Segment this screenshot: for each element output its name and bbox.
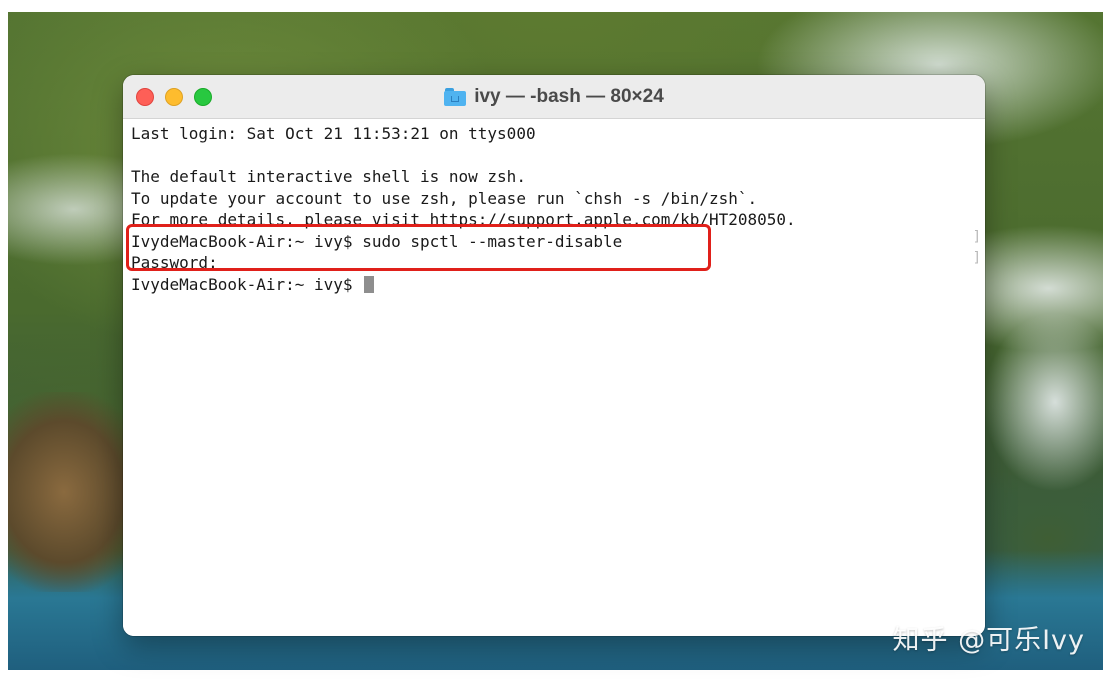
window-title-wrap: ivy — -bash — 80×24 — [123, 75, 985, 119]
title-bar[interactable]: ivy — -bash — 80×24 — [123, 75, 985, 119]
terminal-window[interactable]: ivy — -bash — 80×24 Last login: Sat Oct … — [123, 75, 985, 636]
terminal-line-prompt[interactable]: IvydeMacBook-Air:~ ivy$ — [131, 274, 977, 296]
text-cursor — [364, 275, 375, 293]
window-title: ivy — -bash — 80×24 — [474, 86, 664, 107]
home-folder-icon — [444, 88, 467, 106]
prompt-text: IvydeMacBook-Air:~ ivy$ — [131, 274, 363, 294]
highlight-annotation-box — [126, 224, 711, 271]
terminal-line-shell-notice: The default interactive shell is now zsh… — [131, 167, 526, 186]
watermark: 知乎 @可乐Ivy — [892, 625, 1085, 656]
line-mark-icon: ] — [972, 250, 981, 266]
line-mark-icon: ] — [972, 229, 981, 245]
wallpaper-cloud — [983, 312, 1103, 492]
terminal-line-update-instructions: To update your account to use zsh, pleas… — [131, 188, 758, 208]
terminal-content[interactable]: Last login: Sat Oct 21 11:53:21 on ttys0… — [123, 119, 985, 636]
terminal-line-last-login: Last login: Sat Oct 21 11:53:21 on ttys0… — [131, 124, 536, 143]
